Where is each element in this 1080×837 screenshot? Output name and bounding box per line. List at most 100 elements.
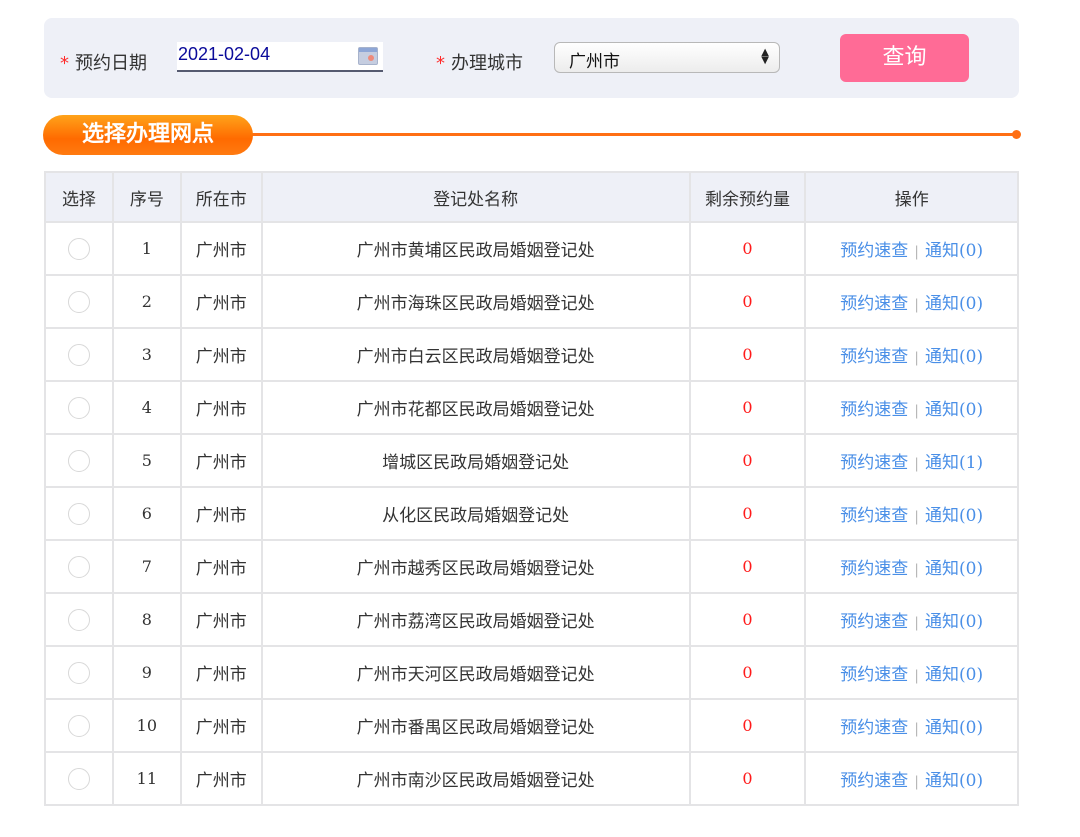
header-select: 选择 [44,171,114,223]
notice-link[interactable]: 通知(0) [925,718,983,738]
quick-query-link[interactable]: 预约速查 [840,612,908,632]
row-office-name: 广州市天河区民政局婚姻登记处 [260,645,691,700]
row-remaining: 0 [688,380,807,435]
notice-link[interactable]: 通知(0) [925,241,983,261]
select-cell [44,221,114,276]
section-title: 选择办理网点 [43,115,253,155]
row-number: 4 [111,380,182,435]
select-radio[interactable] [67,502,90,525]
quick-query-link[interactable]: 预约速查 [840,506,908,526]
action-separator: | [914,562,920,578]
row-office-name: 广州市黄埔区民政局婚姻登记处 [260,221,691,276]
action-separator: | [914,350,920,366]
calendar-icon[interactable] [358,47,378,65]
row-city: 广州市 [179,698,263,753]
date-label: * 预约日期 [60,53,147,74]
notice-link[interactable]: 通知(0) [925,294,983,314]
row-city: 广州市 [179,592,263,647]
table-row: 10 广州市 广州市番禺区民政局婚姻登记处 0 预约速查 | 通知(0) [44,698,1019,753]
row-actions: 预约速查 | 通知(0) [804,274,1019,329]
table-row: 7 广州市 广州市越秀区民政局婚姻登记处 0 预约速查 | 通知(0) [44,539,1019,594]
select-cell [44,274,114,329]
notice-link[interactable]: 通知(0) [925,559,983,579]
row-actions: 预约速查 | 通知(0) [804,751,1019,806]
action-separator: | [914,509,920,525]
section-divider-dot [1012,130,1021,139]
quick-query-link[interactable]: 预约速查 [840,718,908,738]
city-select[interactable]: 广州市 ▲ ▼ [554,42,780,73]
row-number: 1 [111,221,182,276]
select-radio[interactable] [67,608,90,631]
row-remaining: 0 [688,221,807,276]
notice-link[interactable]: 通知(0) [925,665,983,685]
row-remaining: 0 [688,327,807,382]
select-cell [44,698,114,753]
header-city: 所在市 [179,171,263,223]
select-cell [44,592,114,647]
row-actions: 预约速查 | 通知(0) [804,698,1019,753]
row-number: 2 [111,274,182,329]
quick-query-link[interactable]: 预约速查 [840,294,908,314]
notice-link[interactable]: 通知(0) [925,347,983,367]
row-city: 广州市 [179,751,263,806]
select-radio[interactable] [67,290,90,313]
row-city: 广州市 [179,539,263,594]
office-table: 选择 序号 所在市 登记处名称 剩余预约量 操作 1 广州市 广州市黄埔区民政局… [44,171,1019,806]
row-number: 8 [111,592,182,647]
header-number: 序号 [111,171,182,223]
row-remaining: 0 [688,751,807,806]
row-office-name: 广州市海珠区民政局婚姻登记处 [260,274,691,329]
table-row: 3 广州市 广州市白云区民政局婚姻登记处 0 预约速查 | 通知(0) [44,327,1019,382]
row-remaining: 0 [688,592,807,647]
row-city: 广州市 [179,380,263,435]
select-radio[interactable] [67,661,90,684]
quick-query-link[interactable]: 预约速查 [840,453,908,473]
row-actions: 预约速查 | 通知(0) [804,221,1019,276]
row-office-name: 广州市越秀区民政局婚姻登记处 [260,539,691,594]
table-header-row: 选择 序号 所在市 登记处名称 剩余预约量 操作 [44,171,1019,223]
select-radio[interactable] [67,396,90,419]
row-number: 6 [111,486,182,541]
select-radio[interactable] [67,237,90,260]
row-number: 7 [111,539,182,594]
header-office-name: 登记处名称 [260,171,691,223]
action-separator: | [914,668,920,684]
row-number: 11 [111,751,182,806]
select-radio[interactable] [67,714,90,737]
date-input[interactable]: 2021-02-04 [177,42,383,72]
notice-link[interactable]: 通知(0) [925,506,983,526]
quick-query-link[interactable]: 预约速查 [840,665,908,685]
query-button[interactable]: 查询 [840,34,969,82]
row-remaining: 0 [688,433,807,488]
row-city: 广州市 [179,486,263,541]
row-actions: 预约速查 | 通知(0) [804,486,1019,541]
notice-link[interactable]: 通知(1) [925,453,983,473]
row-office-name: 广州市花都区民政局婚姻登记处 [260,380,691,435]
notice-link[interactable]: 通知(0) [925,612,983,632]
row-remaining: 0 [688,645,807,700]
quick-query-link[interactable]: 预约速查 [840,400,908,420]
quick-query-link[interactable]: 预约速查 [840,241,908,261]
quick-query-link[interactable]: 预约速查 [840,771,908,791]
select-radio[interactable] [67,767,90,790]
action-separator: | [914,456,920,472]
select-radio[interactable] [67,555,90,578]
action-separator: | [914,403,920,419]
action-separator: | [914,615,920,631]
city-value: 广州市 [569,52,620,72]
table-row: 4 广州市 广州市花都区民政局婚姻登记处 0 预约速查 | 通知(0) [44,380,1019,435]
select-radio[interactable] [67,449,90,472]
table-row: 1 广州市 广州市黄埔区民政局婚姻登记处 0 预约速查 | 通知(0) [44,221,1019,276]
row-actions: 预约速查 | 通知(0) [804,592,1019,647]
notice-link[interactable]: 通知(0) [925,400,983,420]
select-radio[interactable] [67,343,90,366]
select-cell [44,751,114,806]
row-number: 10 [111,698,182,753]
section-header: 选择办理网点 [43,115,1021,155]
row-office-name: 广州市番禺区民政局婚姻登记处 [260,698,691,753]
quick-query-link[interactable]: 预约速查 [840,347,908,367]
row-actions: 预约速查 | 通知(0) [804,327,1019,382]
table-row: 5 广州市 增城区民政局婚姻登记处 0 预约速查 | 通知(1) [44,433,1019,488]
notice-link[interactable]: 通知(0) [925,771,983,791]
quick-query-link[interactable]: 预约速查 [840,559,908,579]
